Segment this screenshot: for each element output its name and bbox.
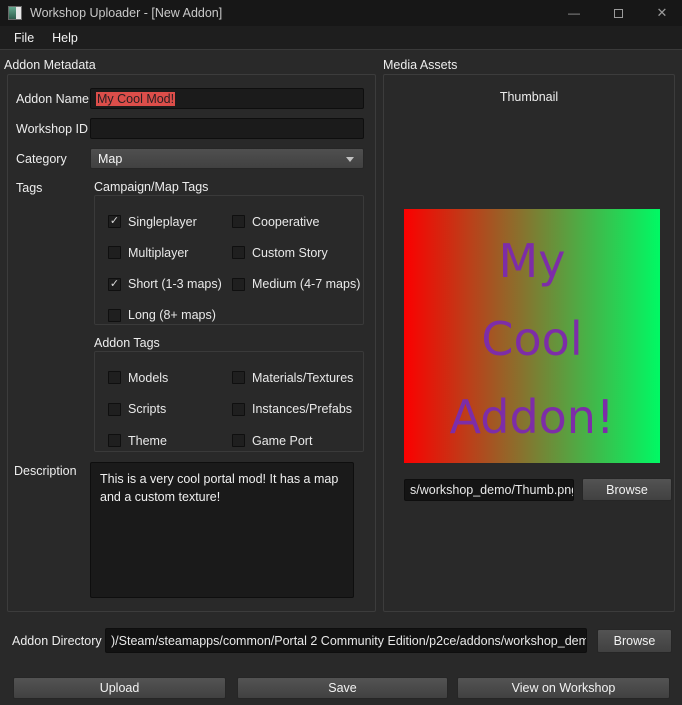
window-title: Workshop Uploader - [New Addon]	[30, 0, 222, 26]
addon-directory-value: )/Steam/steamapps/common/Portal 2 Commun…	[111, 634, 587, 648]
title-bar: Workshop Uploader - [New Addon] — ✕	[0, 0, 682, 26]
addon-name-input[interactable]: My Cool Mod!	[90, 88, 364, 109]
checkbox-label: Long (8+ maps)	[128, 308, 216, 322]
category-label: Category	[16, 152, 67, 166]
view-on-workshop-button[interactable]: View on Workshop	[457, 677, 670, 699]
checkbox-item[interactable]: ✓ Singleplayer	[108, 214, 232, 229]
workshop-id-input[interactable]	[90, 118, 364, 139]
checkbox-item[interactable]: Materials/Textures	[232, 370, 363, 385]
checkbox-item[interactable]: Long (8+ maps)	[108, 308, 232, 323]
addon-tags-groupbox: Models Materials/Textures Scripts Instances…	[94, 351, 364, 452]
addon-name-selected-text: My Cool Mod!	[96, 92, 175, 106]
minimize-button[interactable]: —	[552, 0, 596, 26]
checkbox-label: Instances/Prefabs	[252, 402, 352, 416]
dropdown-arrow-icon	[346, 157, 354, 162]
checkbox-unchecked[interactable]	[108, 246, 121, 259]
checkbox-unchecked[interactable]	[108, 403, 121, 416]
tags-label: Tags	[16, 181, 42, 195]
addon-directory-label: Addon Directory	[12, 634, 102, 648]
checkbox-unchecked[interactable]	[232, 246, 245, 259]
checkbox-unchecked[interactable]	[232, 371, 245, 384]
checkbox-item[interactable]: Game Port	[232, 433, 363, 448]
menu-file[interactable]: File	[5, 26, 43, 50]
thumbnail-line: Cool	[481, 300, 582, 378]
checkbox-checked[interactable]: ✓	[108, 215, 121, 228]
checkbox-label: Game Port	[252, 434, 312, 448]
checkbox-label: Theme	[128, 434, 167, 448]
addon-name-label: Addon Name	[16, 92, 89, 106]
menu-bar: File Help	[0, 26, 682, 50]
checkbox-unchecked[interactable]	[108, 309, 121, 322]
menu-help[interactable]: Help	[43, 26, 87, 50]
close-icon: ✕	[657, 5, 668, 21]
checkbox-item[interactable]: Cooperative	[232, 214, 363, 229]
checkbox-label: Custom Story	[252, 246, 328, 260]
addon-tags-label: Addon Tags	[94, 336, 160, 350]
workshop-id-label: Workshop ID	[16, 122, 88, 136]
checkbox-label: Scripts	[128, 402, 166, 416]
checkbox-unchecked[interactable]	[108, 434, 121, 447]
checkbox-label: Medium (4-7 maps)	[252, 277, 360, 291]
media-assets-section-label: Media Assets	[383, 58, 457, 72]
maximize-icon	[614, 9, 623, 18]
window-controls: — ✕	[552, 0, 682, 26]
maximize-button[interactable]	[596, 0, 640, 26]
checkbox-item[interactable]: Medium (4-7 maps)	[232, 277, 363, 292]
checkbox-item[interactable]: Custom Story	[232, 245, 363, 260]
category-dropdown[interactable]: Map	[90, 148, 364, 169]
thumbnail-browse-button[interactable]: Browse	[582, 478, 672, 501]
checkbox-unchecked[interactable]	[232, 403, 245, 416]
thumbnail-path-input[interactable]: s/workshop_demo/Thumb.png	[404, 479, 574, 501]
category-selected-value: Map	[98, 152, 122, 166]
upload-button[interactable]: Upload	[13, 677, 226, 699]
checkbox-label: Cooperative	[252, 215, 319, 229]
minimize-icon: —	[568, 6, 580, 20]
thumbnail-line: Addon!	[450, 378, 615, 456]
checkbox-label: Multiplayer	[128, 246, 188, 260]
checkbox-item[interactable]: Models	[108, 370, 232, 385]
checkbox-item[interactable]: Multiplayer	[108, 245, 232, 260]
checkbox-item[interactable]: Scripts	[108, 402, 232, 417]
checkbox-item[interactable]: ✓ Short (1-3 maps)	[108, 277, 232, 292]
checkbox-item[interactable]: Instances/Prefabs	[232, 402, 363, 417]
description-label: Description	[14, 464, 77, 478]
checkbox-unchecked[interactable]	[232, 278, 245, 291]
checkbox-label: Singleplayer	[128, 215, 197, 229]
checkbox-label: Short (1-3 maps)	[128, 277, 222, 291]
addon-directory-browse-button[interactable]: Browse	[597, 629, 672, 653]
thumbnail-line: My	[499, 222, 566, 300]
thumbnail-label: Thumbnail	[383, 90, 675, 104]
close-button[interactable]: ✕	[640, 0, 682, 26]
checkbox-label: Materials/Textures	[252, 371, 353, 385]
checkbox-unchecked[interactable]	[232, 215, 245, 228]
checkbox-label: Models	[128, 371, 168, 385]
campaign-map-tags-groupbox: ✓ Singleplayer Cooperative Multiplayer Custo…	[94, 195, 364, 325]
save-button[interactable]: Save	[237, 677, 448, 699]
workshop-uploader-window: Workshop Uploader - [New Addon] — ✕ File…	[0, 0, 682, 705]
campaign-map-tags-label: Campaign/Map Tags	[94, 180, 208, 194]
thumbnail-path-value: s/workshop_demo/Thumb.png	[410, 483, 574, 497]
checkbox-unchecked[interactable]	[108, 371, 121, 384]
addon-directory-input[interactable]: )/Steam/steamapps/common/Portal 2 Commun…	[105, 628, 587, 653]
description-value: This is a very cool portal mod! It has a…	[100, 472, 338, 504]
checkbox-unchecked[interactable]	[232, 434, 245, 447]
checkbox-checked[interactable]: ✓	[108, 278, 121, 291]
description-textarea[interactable]: This is a very cool portal mod! It has a…	[90, 462, 354, 598]
thumbnail-preview: My Cool Addon!	[404, 209, 660, 463]
addon-metadata-section-label: Addon Metadata	[4, 58, 96, 72]
app-icon	[8, 6, 22, 20]
checkbox-item[interactable]: Theme	[108, 433, 232, 448]
